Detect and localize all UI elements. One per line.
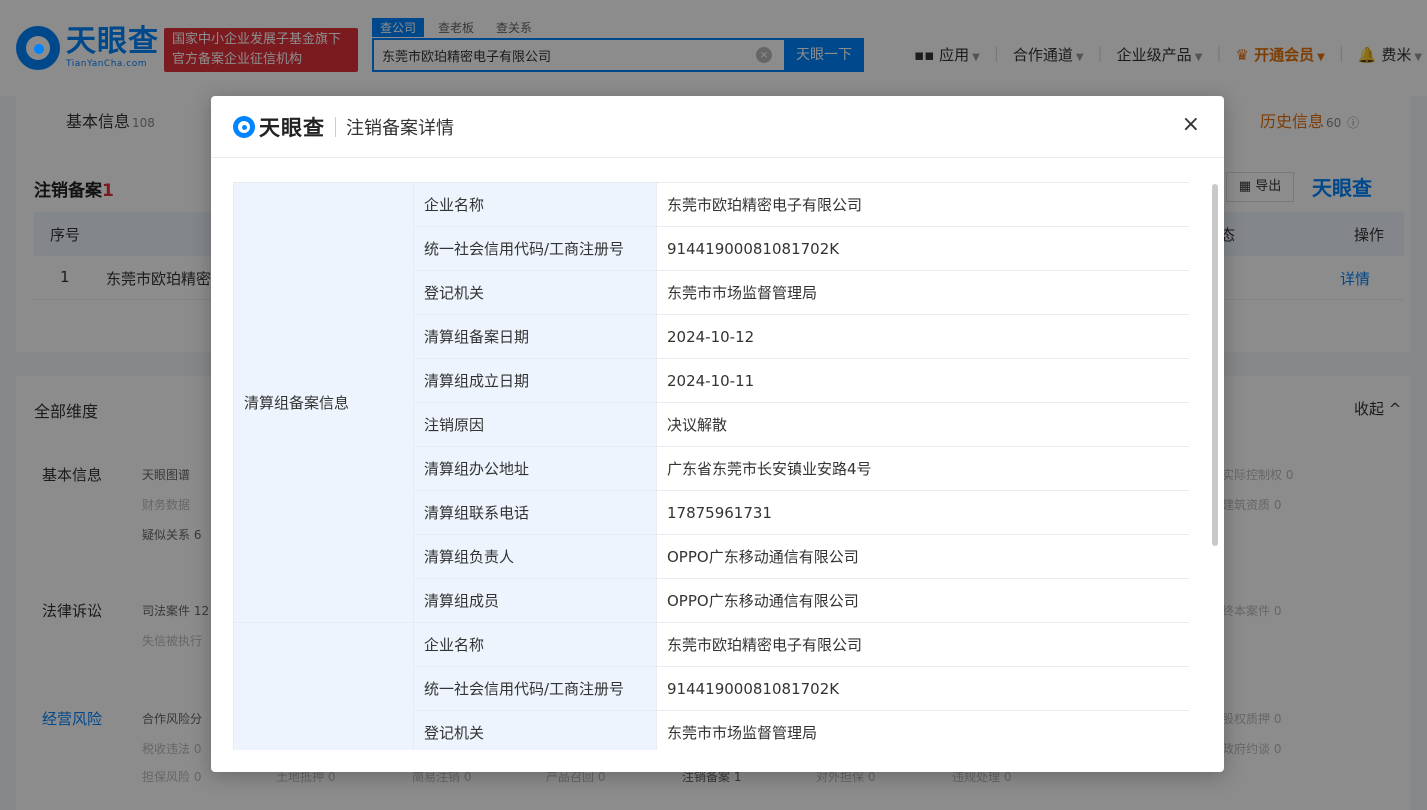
field-label: 清算组成立日期 [413, 358, 657, 403]
field-label: 统一社会信用代码/工商注册号 [413, 226, 657, 271]
field-value: OPPO广东移动通信有限公司 [656, 578, 1189, 623]
modal-title: 注销备案详情 [346, 117, 454, 139]
table-row: 清算组备案信息 企业名称 东莞市欧珀精密电子有限公司 [233, 182, 1189, 623]
field-label: 企业名称 [413, 622, 657, 667]
modal-logo: 天眼查 [233, 112, 325, 142]
field-value: 2024-10-11 [656, 358, 1189, 403]
field-value: 广东省东莞市长安镇业安路4号 [656, 446, 1189, 491]
field-label: 清算组备案日期 [413, 314, 657, 359]
table-row: 企业名称 东莞市欧珀精密电子有限公司 [233, 622, 1189, 750]
field-value: 17875961731 [656, 490, 1189, 535]
field-label: 企业名称 [413, 182, 657, 227]
close-icon[interactable]: × [1182, 114, 1200, 136]
field-value: 东莞市市场监督管理局 [656, 270, 1189, 315]
group-label [233, 622, 414, 750]
field-value: 东莞市欧珀精密电子有限公司 [656, 182, 1189, 227]
field-value: OPPO广东移动通信有限公司 [656, 534, 1189, 579]
field-label: 登记机关 [413, 270, 657, 315]
eye-logo-icon [233, 115, 255, 138]
field-label: 登记机关 [413, 710, 657, 750]
field-label: 统一社会信用代码/工商注册号 [413, 666, 657, 711]
cancellation-detail-modal: 天眼查 注销备案详情 × 清算组备案信息 企业名称 东莞市欧珀精密电子有限公司 统一社… [211, 96, 1224, 772]
group-label: 清算组备案信息 [233, 182, 414, 623]
modal-header: 天眼查 注销备案详情 × [211, 96, 1224, 158]
scrollbar[interactable] [1211, 182, 1219, 750]
field-value: 91441900081081702K [656, 666, 1189, 711]
detail-table: 清算组备案信息 企业名称 东莞市欧珀精密电子有限公司 统一社会信用代码/工商注册号 91… [233, 182, 1189, 750]
field-label: 清算组成员 [413, 578, 657, 623]
field-value: 东莞市欧珀精密电子有限公司 [656, 622, 1189, 667]
modal-body[interactable]: 清算组备案信息 企业名称 东莞市欧珀精密电子有限公司 统一社会信用代码/工商注册号 91… [233, 182, 1189, 750]
field-value: 东莞市市场监督管理局 [656, 710, 1189, 750]
field-value: 2024-10-12 [656, 314, 1189, 359]
scroll-thumb[interactable] [1212, 184, 1218, 546]
field-value: 决议解散 [656, 402, 1189, 447]
field-label: 清算组办公地址 [413, 446, 657, 491]
field-label: 清算组负责人 [413, 534, 657, 579]
field-label: 清算组联系电话 [413, 490, 657, 535]
field-value: 91441900081081702K [656, 226, 1189, 271]
field-label: 注销原因 [413, 402, 657, 447]
